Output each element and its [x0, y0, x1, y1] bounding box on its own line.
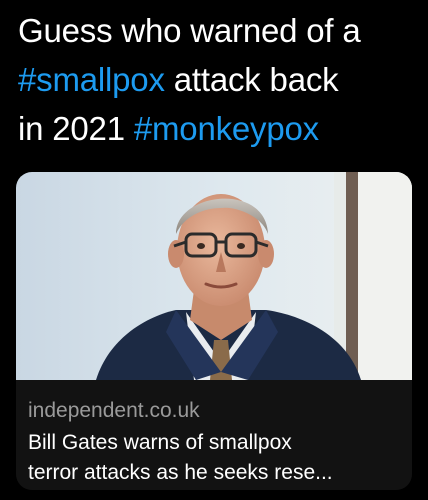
card-title-line-2: terror attacks as he seeks rese... — [28, 461, 333, 484]
card-image — [16, 172, 412, 380]
tweet-line-1: Guess who warned of a — [18, 6, 418, 55]
tweet-line-1-text: Guess who warned of a — [18, 12, 361, 49]
card-info: independent.co.uk Bill Gates warns of sm… — [16, 380, 412, 490]
hashtag-smallpox-link[interactable]: #smallpox — [18, 61, 165, 98]
tweet-line-2: #smallpox attack back — [18, 55, 418, 104]
tweet-line-2-text: attack back — [164, 61, 339, 98]
card-title-line-1: Bill Gates warns of smallpox — [28, 431, 292, 454]
tweet-line-3: in 2021 #monkeypox — [18, 104, 418, 153]
tweet-line-3-text: in 2021 — [18, 110, 134, 147]
card-title: Bill Gates warns of smallpox terror atta… — [28, 428, 408, 488]
hashtag-monkeypox-link[interactable]: #monkeypox — [134, 110, 319, 147]
card-domain: independent.co.uk — [28, 399, 200, 422]
link-preview-card[interactable]: independent.co.uk Bill Gates warns of sm… — [16, 172, 412, 490]
tweet-text: Guess who warned of a #smallpox attack b… — [18, 6, 418, 153]
